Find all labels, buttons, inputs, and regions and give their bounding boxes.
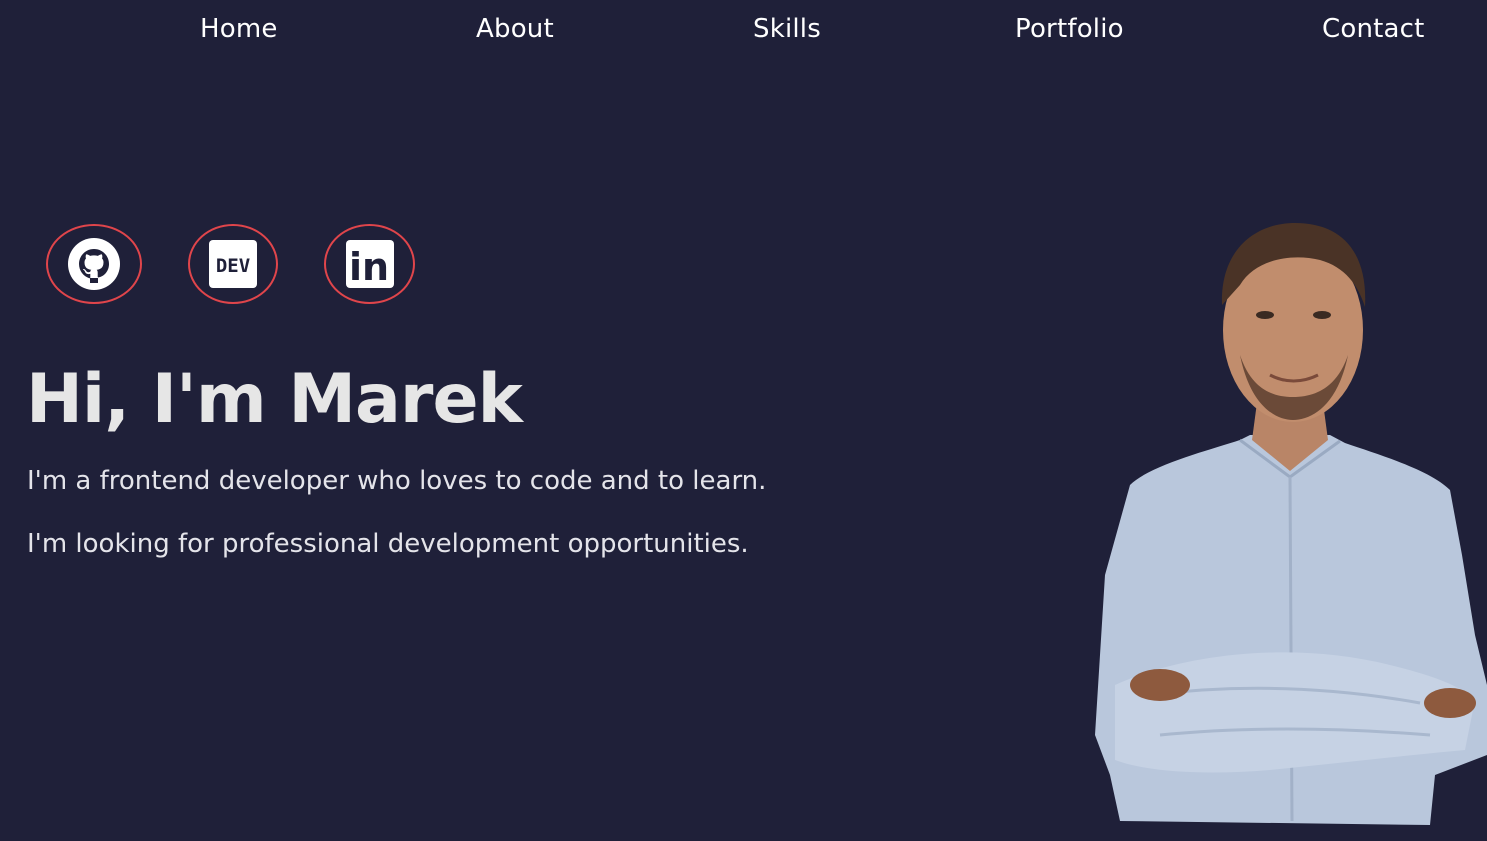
hero-title: Hi, I'm Marek	[26, 360, 523, 439]
profile-photo	[1095, 223, 1487, 825]
dev-link[interactable]: DEV	[188, 224, 278, 304]
svg-text:in: in	[348, 245, 388, 288]
nav-link-portfolio[interactable]: Portfolio	[1015, 14, 1124, 44]
hero-intro-line-2: I'm looking for professional development…	[27, 529, 749, 559]
hero-intro-line-1: I'm a frontend developer who loves to co…	[27, 466, 767, 496]
nav-link-skills[interactable]: Skills	[753, 14, 821, 44]
top-navigation: Home About Skills Portfolio Contact	[0, 0, 1487, 62]
nav-link-home[interactable]: Home	[200, 14, 278, 44]
github-link[interactable]	[46, 224, 142, 304]
nav-link-about[interactable]: About	[476, 14, 554, 44]
linkedin-icon: in	[345, 240, 394, 288]
page: Home About Skills Portfolio Contact DEV …	[0, 0, 1487, 841]
svg-text:DEV: DEV	[216, 255, 250, 277]
linkedin-link[interactable]: in	[324, 224, 415, 304]
github-icon	[68, 238, 120, 290]
nav-link-contact[interactable]: Contact	[1322, 14, 1425, 44]
dev-icon: DEV	[209, 240, 257, 288]
